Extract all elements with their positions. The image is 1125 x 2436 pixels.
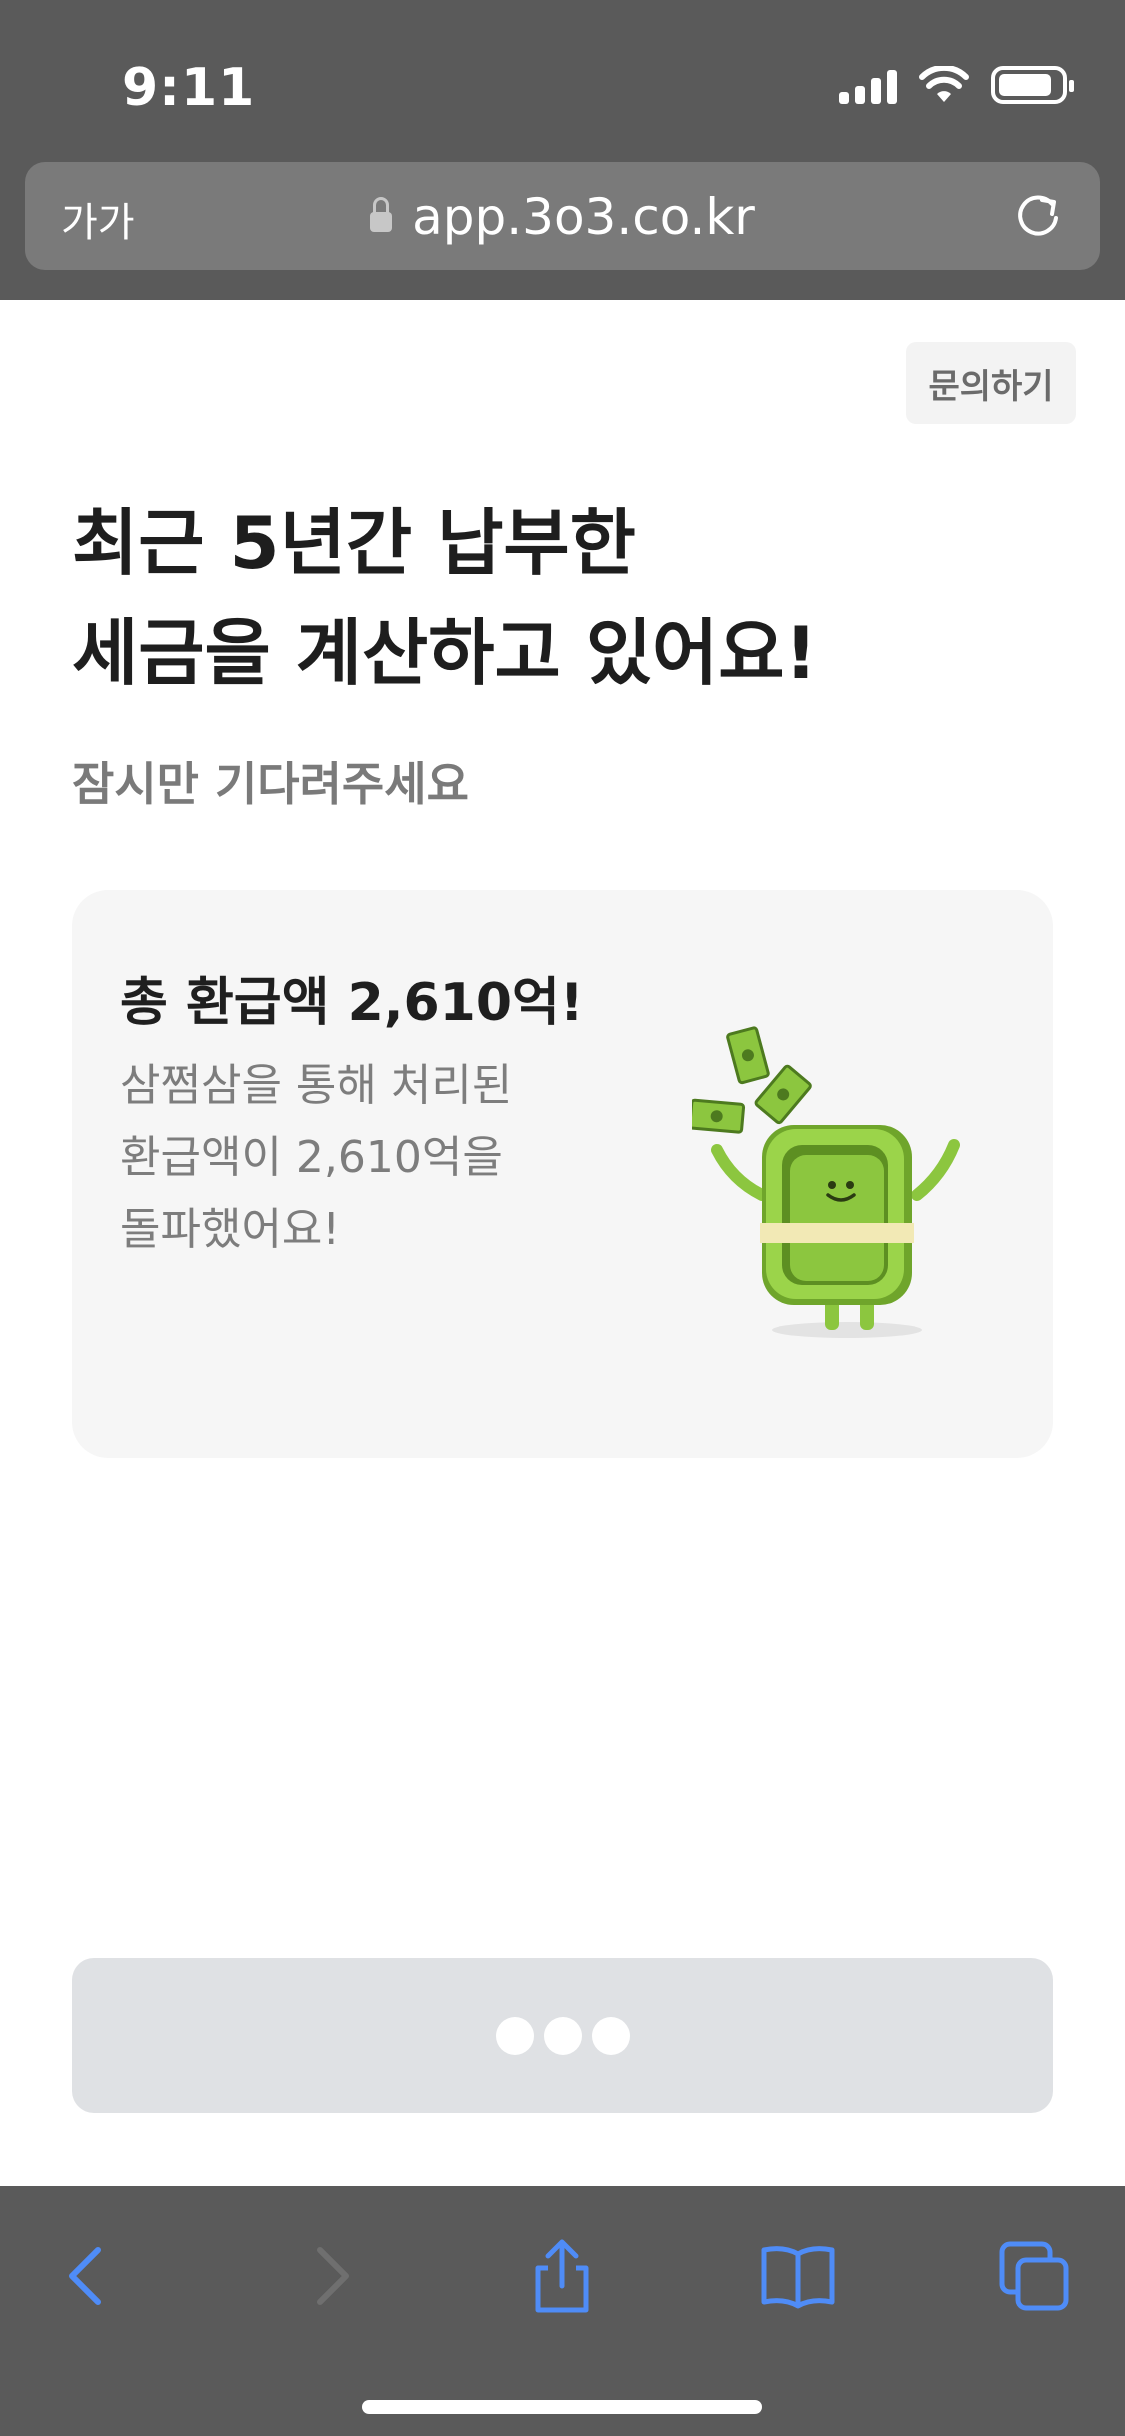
status-icons (839, 66, 1074, 104)
loading-button[interactable] (72, 1958, 1053, 2113)
card-desc-line-2: 환급액이 2,610억을 (120, 1132, 503, 1183)
address-bar[interactable]: 가가 app.3o3.co.kr (25, 162, 1100, 270)
forward-icon[interactable] (290, 2236, 370, 2316)
browser-toolbar (0, 2186, 1125, 2436)
page-headline: 최근 5년간 납부한 세금을 계산하고 있어요! (72, 488, 1032, 708)
loading-dot (591, 2016, 630, 2055)
home-indicator (362, 2400, 762, 2414)
browser-top-chrome: 9:11 가가 app.3o3.co.kr (0, 0, 1125, 300)
url-field[interactable]: app.3o3.co.kr (25, 188, 1100, 246)
refund-info-card: 총 환급액 2,610억! 삼쩜삼을 통해 처리된 환급액이 2,610억을 돌… (72, 890, 1053, 1458)
inquiry-button[interactable]: 문의하기 (906, 342, 1076, 424)
tabs-icon[interactable] (994, 2236, 1074, 2316)
battery-icon (991, 66, 1074, 104)
money-mascot-illustration (692, 1026, 960, 1338)
card-title: 총 환급액 2,610억! (120, 973, 584, 1033)
wifi-icon (919, 66, 969, 102)
card-desc-line-3: 돌파했어요! (120, 1204, 341, 1255)
status-time: 9:11 (122, 58, 256, 118)
loading-dot (495, 2016, 534, 2055)
lock-icon (370, 197, 393, 232)
cellular-signal-icon (839, 66, 897, 104)
headline-line-1: 최근 5년간 납부한 (72, 501, 636, 585)
loading-dot (543, 2016, 582, 2055)
reload-icon[interactable] (1012, 190, 1064, 242)
headline-line-2: 세금을 계산하고 있어요! (72, 611, 818, 695)
card-desc-line-1: 삼쩜삼을 통해 처리된 (120, 1060, 513, 1111)
flying-bill-icon (726, 1026, 770, 1085)
bookmarks-icon[interactable] (758, 2236, 838, 2316)
flying-bill-icon (692, 1098, 746, 1134)
page-subtitle: 잠시만 기다려주세요 (72, 757, 469, 811)
back-icon[interactable] (48, 2236, 128, 2316)
url-text: app.3o3.co.kr (412, 188, 755, 246)
card-description: 삼쩜삼을 통해 처리된 환급액이 2,610억을 돌파했어요! (120, 1050, 580, 1266)
share-icon[interactable] (522, 2236, 602, 2316)
